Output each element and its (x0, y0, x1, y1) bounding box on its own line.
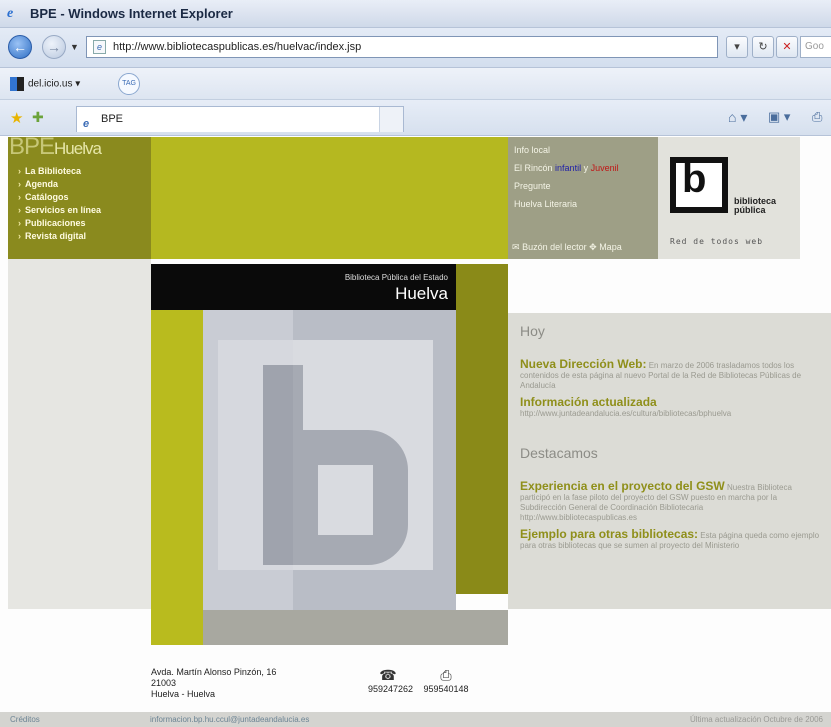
url-text: http://www.bibliotecaspublicas.es/huelva… (113, 41, 362, 53)
logo-sub: Huelva (54, 139, 102, 158)
feeds-icon[interactable]: ▣ ▾ (768, 109, 790, 125)
home-icon[interactable]: ⌂ ▾ (728, 109, 747, 126)
stop-button[interactable]: ✕ (776, 36, 798, 58)
fax-icon: ⎙ (440, 667, 452, 683)
news-headline[interactable]: Información actualizada (520, 395, 657, 409)
hoy-title: Hoy (520, 323, 545, 339)
biblioteca-publica-logo-icon[interactable]: b (670, 157, 728, 213)
news-item: Experiencia en el proyecto del GSW Nuest… (520, 479, 820, 523)
nav-item-revista[interactable]: › Revista digital (18, 230, 101, 243)
forward-button[interactable]: → (42, 35, 66, 59)
phone-number: 959247262 (368, 684, 414, 694)
link-juvenil[interactable]: Juvenil (591, 163, 619, 173)
refresh-button[interactable]: ↻ (752, 36, 774, 58)
window-title: BPE - Windows Internet Explorer (30, 6, 233, 21)
brand-name: biblioteca pública (734, 196, 777, 215)
favorites-star-icon[interactable]: ★ (10, 109, 23, 127)
brand-panel: b biblioteca pública Red de todos web (658, 137, 800, 259)
header-color-block (151, 137, 508, 259)
delicious-button[interactable]: del.icio.us ▾ (10, 77, 80, 91)
page-footer: Créditos informacion.bp.hu.ccul@juntadea… (0, 712, 831, 727)
mail-icon: ✉ (512, 242, 520, 252)
main-nav: › La Biblioteca › Agenda › Catálogos › Servi… (18, 165, 101, 243)
ie-logo-icon: e (7, 6, 14, 21)
last-updated: Última actualización Octubre de 2006 (690, 715, 823, 724)
site-header-logo: BPEHuelva › La Biblioteca › Agenda › Catálo… (8, 133, 151, 259)
poster-bottom-block (203, 610, 508, 645)
link-infantil[interactable]: infantil (555, 163, 581, 173)
address-bar: ← → ▼ e http://www.bibliotecaspublicas.e… (0, 28, 831, 68)
nav-item-publicaciones[interactable]: › Publicaciones (18, 217, 101, 230)
phone-icon: ☎ (379, 667, 397, 683)
nav-item-la-biblioteca[interactable]: › La Biblioteca (18, 165, 101, 178)
news-item: Ejemplo para otras bibliotecas: Esta pág… (520, 527, 820, 551)
add-favorite-icon[interactable]: ✚ (32, 109, 44, 126)
history-dropdown-icon[interactable]: ▼ (70, 42, 79, 52)
url-dropdown-button[interactable]: ▾ (726, 36, 748, 58)
poster-header: Biblioteca Pública del Estado Huelva (151, 264, 456, 310)
news-headline[interactable]: Nueva Dirección Web: (520, 357, 646, 371)
buzon-link[interactable]: Buzón del lector (522, 242, 587, 252)
map-icon: ✥ (589, 242, 597, 252)
new-tab-button[interactable] (379, 107, 403, 132)
brand-tagline: Red de todos web (670, 237, 764, 246)
info-links-panel: Info local El Rincón infantil y Juvenil … (508, 137, 658, 259)
poster-title: Huelva (395, 284, 448, 303)
web-page: BPEHuelva › La Biblioteca › Agenda › Catálo… (0, 133, 831, 727)
poster-b-artwork (203, 310, 456, 610)
news-item: Nueva Dirección Web: En marzo de 2006 tr… (520, 357, 820, 391)
search-input[interactable]: Goo (800, 36, 831, 58)
tab-bpe[interactable]: e BPE (76, 106, 404, 132)
info-footer: ✉ Buzón del lector ✥ Mapa (512, 242, 622, 253)
news-headline[interactable]: Experiencia en el proyecto del GSW (520, 479, 725, 493)
news-headline[interactable]: Ejemplo para otras bibliotecas: (520, 527, 698, 541)
logo-main: BPE (9, 133, 55, 160)
poster-olive-stripe (456, 264, 508, 594)
nav-item-servicios[interactable]: › Servicios en línea (18, 204, 101, 217)
news-content: Hoy Nueva Dirección Web: En marzo de 200… (520, 323, 820, 555)
tag-button[interactable]: TAG (118, 73, 140, 95)
postal-address: Avda. Martín Alonso Pinzón, 16 21003 Hue… (151, 667, 277, 699)
back-button[interactable]: ← (8, 35, 32, 59)
mapa-link[interactable]: Mapa (599, 242, 622, 252)
fax-number: 959540148 (423, 684, 469, 694)
phone-contact: ☎ 959247262 (368, 667, 413, 694)
info-link-local[interactable]: Info local (514, 141, 619, 159)
window-titlebar: e BPE - Windows Internet Explorer (0, 0, 831, 28)
left-spacer (8, 259, 151, 609)
news-link[interactable]: http://www.juntadeandalucia.es/cultura/b… (520, 409, 731, 418)
print-icon[interactable]: ⎙ (812, 109, 822, 125)
tab-bar: ★ ✚ e BPE ⌂ ▾ ▣ ▾ ⎙ (0, 100, 831, 136)
email-link[interactable]: informacion.bp.hu.ccul@juntadeandalucia.… (150, 712, 309, 727)
delicious-label: del.icio.us (28, 78, 73, 90)
news-item: Información actualizada http://www.junta… (520, 395, 820, 419)
url-input[interactable]: e http://www.bibliotecaspublicas.es/huel… (86, 36, 718, 58)
nav-item-catalogos[interactable]: › Catálogos (18, 191, 101, 204)
info-link-huelva-literaria[interactable]: Huelva Literaria (514, 195, 619, 213)
destacamos-title: Destacamos (520, 445, 598, 461)
nav-item-agenda[interactable]: › Agenda (18, 178, 101, 191)
fax-contact: ⎙ 959540148 (423, 667, 469, 694)
info-link-pregunte[interactable]: Pregunte (514, 177, 619, 195)
poster-lime-stripe (151, 310, 203, 645)
delicious-icon (10, 77, 24, 91)
site-logo[interactable]: BPEHuelva (9, 133, 102, 161)
poster-subtitle: Biblioteca Pública del Estado (344, 273, 448, 282)
page-icon: e (93, 40, 106, 54)
tab-label: BPE (101, 113, 124, 125)
links-toolbar: del.icio.us ▾ TAG (0, 68, 831, 100)
info-link-rincon[interactable]: El Rincón infantil y Juvenil (514, 159, 619, 177)
credits-link[interactable]: Créditos (10, 712, 40, 727)
